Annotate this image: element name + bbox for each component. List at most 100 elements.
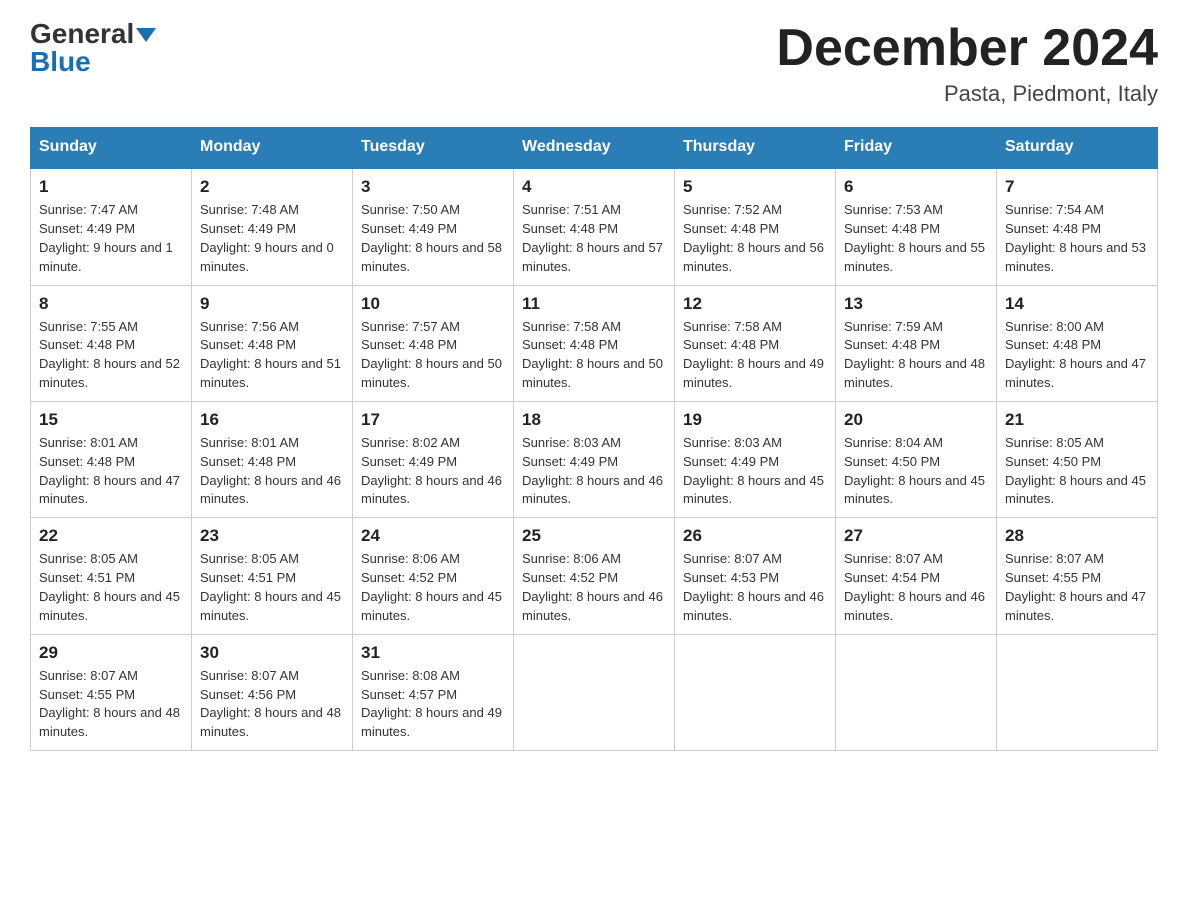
day-info: Sunrise: 8:07 AMSunset: 4:55 PMDaylight:…	[1005, 550, 1149, 625]
day-info: Sunrise: 8:04 AMSunset: 4:50 PMDaylight:…	[844, 434, 988, 509]
day-info: Sunrise: 7:47 AMSunset: 4:49 PMDaylight:…	[39, 201, 183, 276]
col-header-wednesday: Wednesday	[514, 128, 675, 168]
calendar-day-cell: 25 Sunrise: 8:06 AMSunset: 4:52 PMDayligh…	[514, 518, 675, 634]
calendar-day-cell: 3 Sunrise: 7:50 AMSunset: 4:49 PMDaylight…	[353, 168, 514, 285]
calendar-day-cell: 4Sunrise: 7:51 AMSunset: 4:48 PMDaylight…	[514, 168, 675, 285]
location-title: Pasta, Piedmont, Italy	[776, 81, 1158, 107]
calendar-day-cell: 22Sunrise: 8:05 AMSunset: 4:51 PMDayligh…	[31, 518, 192, 634]
day-number: 21	[1005, 410, 1149, 430]
calendar-day-cell: 1 Sunrise: 7:47 AMSunset: 4:49 PMDaylight…	[31, 168, 192, 285]
day-info: Sunrise: 8:05 AMSunset: 4:51 PMDaylight:…	[200, 550, 344, 625]
day-info: Sunrise: 8:08 AMSunset: 4:57 PMDaylight:…	[361, 667, 505, 742]
title-block: December 2024 Pasta, Piedmont, Italy	[776, 20, 1158, 107]
calendar-week-row: 15 Sunrise: 8:01 AMSunset: 4:48 PMDayligh…	[31, 401, 1158, 517]
calendar-day-cell: 30Sunrise: 8:07 AMSunset: 4:56 PMDayligh…	[192, 634, 353, 750]
calendar-day-cell: 7 Sunrise: 7:54 AMSunset: 4:48 PMDaylight…	[997, 168, 1158, 285]
calendar-table: SundayMondayTuesdayWednesdayThursdayFrid…	[30, 127, 1158, 751]
day-number: 8	[39, 294, 183, 314]
day-info: Sunrise: 7:52 AMSunset: 4:48 PMDaylight:…	[683, 201, 827, 276]
day-number: 1	[39, 177, 183, 197]
calendar-week-row: 22Sunrise: 8:05 AMSunset: 4:51 PMDayligh…	[31, 518, 1158, 634]
day-number: 30	[200, 643, 344, 663]
day-info: Sunrise: 8:03 AMSunset: 4:49 PMDaylight:…	[522, 434, 666, 509]
day-number: 6	[844, 177, 988, 197]
day-info: Sunrise: 8:05 AMSunset: 4:51 PMDaylight:…	[39, 550, 183, 625]
calendar-day-cell: 24 Sunrise: 8:06 AMSunset: 4:52 PMDayligh…	[353, 518, 514, 634]
day-info: Sunrise: 8:07 AMSunset: 4:54 PMDaylight:…	[844, 550, 988, 625]
day-number: 31	[361, 643, 505, 663]
calendar-header-row: SundayMondayTuesdayWednesdayThursdayFrid…	[31, 128, 1158, 168]
calendar-week-row: 8 Sunrise: 7:55 AMSunset: 4:48 PMDaylight…	[31, 285, 1158, 401]
day-number: 29	[39, 643, 183, 663]
col-header-sunday: Sunday	[31, 128, 192, 168]
day-number: 24	[361, 526, 505, 546]
calendar-week-row: 29 Sunrise: 8:07 AMSunset: 4:55 PMDayligh…	[31, 634, 1158, 750]
logo-top-row: General	[30, 20, 156, 48]
empty-day-cell	[675, 634, 836, 750]
calendar-day-cell: 11Sunrise: 7:58 AMSunset: 4:48 PMDayligh…	[514, 285, 675, 401]
calendar-day-cell: 14Sunrise: 8:00 AMSunset: 4:48 PMDayligh…	[997, 285, 1158, 401]
calendar-day-cell: 12Sunrise: 7:58 AMSunset: 4:48 PMDayligh…	[675, 285, 836, 401]
calendar-day-cell: 6 Sunrise: 7:53 AMSunset: 4:48 PMDaylight…	[836, 168, 997, 285]
day-info: Sunrise: 8:03 AMSunset: 4:49 PMDaylight:…	[683, 434, 827, 509]
day-info: Sunrise: 7:50 AMSunset: 4:49 PMDaylight:…	[361, 201, 505, 276]
calendar-day-cell: 10Sunrise: 7:57 AMSunset: 4:48 PMDayligh…	[353, 285, 514, 401]
month-title: December 2024	[776, 20, 1158, 77]
day-info: Sunrise: 8:06 AMSunset: 4:52 PMDaylight:…	[522, 550, 666, 625]
calendar-day-cell: 31 Sunrise: 8:08 AMSunset: 4:57 PMDayligh…	[353, 634, 514, 750]
day-info: Sunrise: 7:59 AMSunset: 4:48 PMDaylight:…	[844, 318, 988, 393]
day-info: Sunrise: 7:55 AMSunset: 4:48 PMDaylight:…	[39, 318, 183, 393]
col-header-saturday: Saturday	[997, 128, 1158, 168]
day-number: 4	[522, 177, 666, 197]
day-number: 23	[200, 526, 344, 546]
day-number: 18	[522, 410, 666, 430]
day-number: 15	[39, 410, 183, 430]
day-info: Sunrise: 8:07 AMSunset: 4:55 PMDaylight:…	[39, 667, 183, 742]
calendar-day-cell: 20Sunrise: 8:04 AMSunset: 4:50 PMDayligh…	[836, 401, 997, 517]
day-info: Sunrise: 7:57 AMSunset: 4:48 PMDaylight:…	[361, 318, 505, 393]
col-header-thursday: Thursday	[675, 128, 836, 168]
day-number: 2	[200, 177, 344, 197]
day-number: 28	[1005, 526, 1149, 546]
day-number: 26	[683, 526, 827, 546]
calendar-day-cell: 8 Sunrise: 7:55 AMSunset: 4:48 PMDaylight…	[31, 285, 192, 401]
day-number: 7	[1005, 177, 1149, 197]
calendar-day-cell: 23 Sunrise: 8:05 AMSunset: 4:51 PMDayligh…	[192, 518, 353, 634]
day-number: 19	[683, 410, 827, 430]
calendar-day-cell: 2 Sunrise: 7:48 AMSunset: 4:49 PMDaylight…	[192, 168, 353, 285]
col-header-tuesday: Tuesday	[353, 128, 514, 168]
day-info: Sunrise: 7:48 AMSunset: 4:49 PMDaylight:…	[200, 201, 344, 276]
day-number: 3	[361, 177, 505, 197]
day-info: Sunrise: 7:56 AMSunset: 4:48 PMDaylight:…	[200, 318, 344, 393]
calendar-day-cell: 21 Sunrise: 8:05 AMSunset: 4:50 PMDayligh…	[997, 401, 1158, 517]
day-info: Sunrise: 8:06 AMSunset: 4:52 PMDaylight:…	[361, 550, 505, 625]
calendar-day-cell: 26Sunrise: 8:07 AMSunset: 4:53 PMDayligh…	[675, 518, 836, 634]
day-info: Sunrise: 7:58 AMSunset: 4:48 PMDaylight:…	[522, 318, 666, 393]
empty-day-cell	[997, 634, 1158, 750]
day-number: 13	[844, 294, 988, 314]
col-header-monday: Monday	[192, 128, 353, 168]
day-number: 9	[200, 294, 344, 314]
calendar-week-row: 1 Sunrise: 7:47 AMSunset: 4:49 PMDaylight…	[31, 168, 1158, 285]
calendar-day-cell: 17Sunrise: 8:02 AMSunset: 4:49 PMDayligh…	[353, 401, 514, 517]
logo-general-text: General	[30, 18, 134, 49]
calendar-day-cell: 18 Sunrise: 8:03 AMSunset: 4:49 PMDayligh…	[514, 401, 675, 517]
calendar-day-cell: 9 Sunrise: 7:56 AMSunset: 4:48 PMDaylight…	[192, 285, 353, 401]
day-info: Sunrise: 7:53 AMSunset: 4:48 PMDaylight:…	[844, 201, 988, 276]
calendar-day-cell: 28 Sunrise: 8:07 AMSunset: 4:55 PMDayligh…	[997, 518, 1158, 634]
day-number: 25	[522, 526, 666, 546]
day-number: 5	[683, 177, 827, 197]
day-info: Sunrise: 7:58 AMSunset: 4:48 PMDaylight:…	[683, 318, 827, 393]
day-info: Sunrise: 8:01 AMSunset: 4:48 PMDaylight:…	[39, 434, 183, 509]
logo-triangle-icon	[136, 28, 156, 42]
calendar-day-cell: 13 Sunrise: 7:59 AMSunset: 4:48 PMDayligh…	[836, 285, 997, 401]
col-header-friday: Friday	[836, 128, 997, 168]
calendar-day-cell: 16Sunrise: 8:01 AMSunset: 4:48 PMDayligh…	[192, 401, 353, 517]
day-info: Sunrise: 7:54 AMSunset: 4:48 PMDaylight:…	[1005, 201, 1149, 276]
logo-blue-text: Blue	[30, 48, 91, 76]
calendar-day-cell: 29 Sunrise: 8:07 AMSunset: 4:55 PMDayligh…	[31, 634, 192, 750]
page-header: General Blue December 2024 Pasta, Piedmo…	[30, 20, 1158, 107]
logo: General Blue	[30, 20, 156, 76]
day-number: 27	[844, 526, 988, 546]
day-info: Sunrise: 8:05 AMSunset: 4:50 PMDaylight:…	[1005, 434, 1149, 509]
